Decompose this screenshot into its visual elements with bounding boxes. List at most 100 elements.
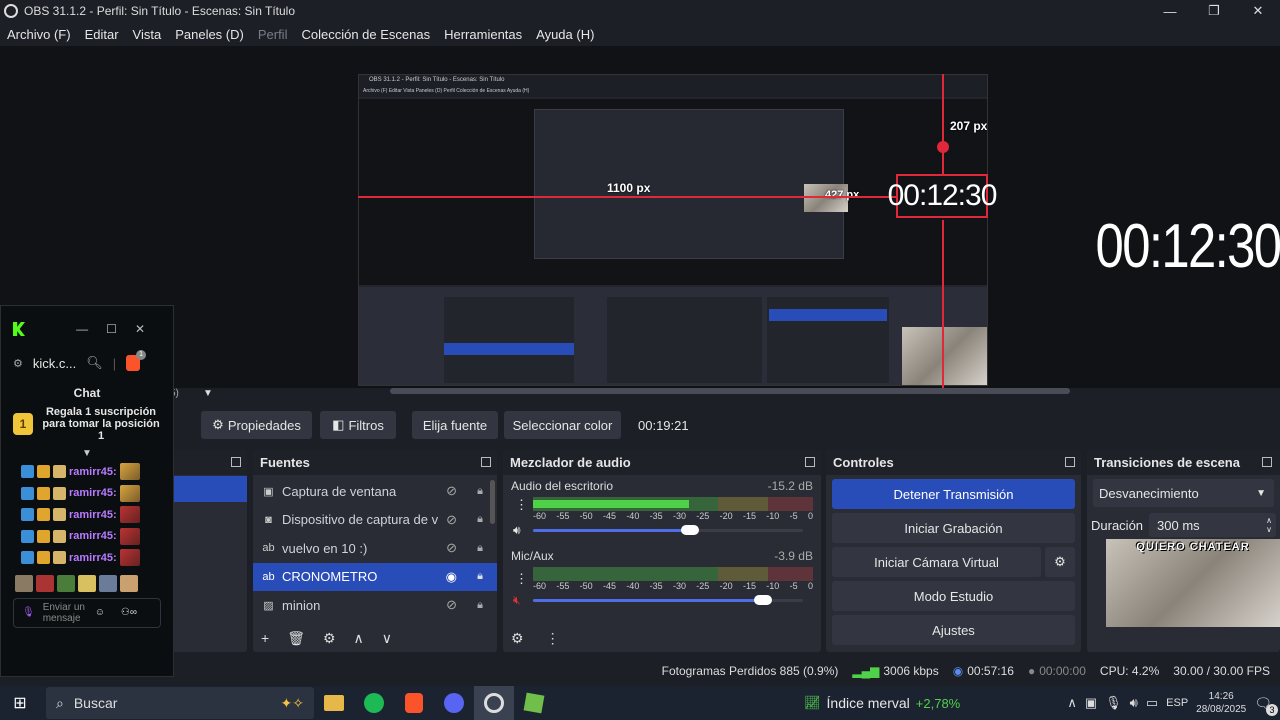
- emote-icon[interactable]: [36, 574, 54, 592]
- site-settings-icon[interactable]: ⚙: [13, 357, 23, 370]
- pinned-gift-banner[interactable]: 1 Regala 1 suscripción para tomar la pos…: [1, 400, 173, 448]
- lock-icon[interactable]: 🔒︎: [477, 485, 483, 498]
- tray-app-icon[interactable]: ▣: [1085, 695, 1097, 711]
- volume-slider-handle[interactable]: [680, 525, 699, 535]
- chat-username[interactable]: ramirr45:: [69, 530, 117, 542]
- settings-button[interactable]: Ajustes: [832, 615, 1075, 645]
- close-icon[interactable]: ✕: [1236, 0, 1280, 22]
- lock-icon[interactable]: 🔒︎: [477, 542, 483, 555]
- pick-color-button[interactable]: Seleccionar color: [504, 411, 621, 439]
- add-icon[interactable]: +: [261, 630, 269, 646]
- chat-username[interactable]: ramirr45:: [69, 552, 117, 564]
- source-item[interactable]: ◙ Dispositivo de captura de v ⊘ 🔒︎: [253, 506, 497, 535]
- notifications-icon[interactable]: 🗨︎ 3: [1254, 695, 1278, 716]
- start-recording-button[interactable]: Iniciar Grabación: [832, 513, 1075, 543]
- dock-float-icon[interactable]: [1065, 457, 1075, 467]
- studio-mode-button[interactable]: Modo Estudio: [832, 581, 1075, 611]
- selected-timer-source[interactable]: 00:12:30: [888, 174, 997, 218]
- expand-icon[interactable]: ▼: [1, 448, 173, 459]
- stock-widget[interactable]: 📈︎ Índice merval +2,78%: [804, 695, 960, 711]
- mic-icon[interactable]: 🎙︎: [22, 607, 35, 618]
- file-explorer-icon[interactable]: [314, 686, 354, 720]
- minimize-icon[interactable]: —: [1148, 0, 1192, 22]
- muted-speaker-icon[interactable]: 🔇︎: [513, 593, 521, 608]
- dock-float-icon[interactable]: [1262, 457, 1272, 467]
- mixer-settings-icon[interactable]: ⚙: [511, 630, 524, 647]
- gift-icon[interactable]: ⚇∞: [121, 607, 137, 618]
- kick-maximize-icon[interactable]: ☐: [106, 322, 117, 336]
- emote-icon[interactable]: [78, 574, 96, 592]
- transition-select[interactable]: Desvanecimiento ▼: [1093, 479, 1274, 507]
- scene-preview[interactable]: OBS 31.1.2 - Perfil: Sin Título - Escena…: [0, 46, 1280, 388]
- menu-ayuda[interactable]: Ayuda (H): [529, 27, 601, 42]
- discord-icon[interactable]: [434, 686, 474, 720]
- kick-close-icon[interactable]: ✕: [135, 322, 145, 336]
- eye-hidden-icon[interactable]: ⊘: [446, 512, 457, 528]
- mixer-menu-icon[interactable]: ⋮: [546, 630, 560, 647]
- source-item-selected[interactable]: ab CRONOMETRO ◉ 🔒︎: [253, 562, 497, 591]
- emote-icon[interactable]: [99, 574, 117, 592]
- dock-float-icon[interactable]: [805, 457, 815, 467]
- tray-expand-icon[interactable]: ∧: [1067, 695, 1077, 711]
- windows-start-icon[interactable]: ⊞: [0, 686, 40, 720]
- pick-source-button[interactable]: Elija fuente: [412, 411, 498, 439]
- trash-icon[interactable]: 🗑︎: [287, 630, 305, 647]
- properties-button[interactable]: ⚙ Propiedades: [201, 411, 312, 439]
- sources-scrollbar[interactable]: [490, 480, 495, 524]
- duration-spinbox[interactable]: 300 ms ∧ ∨: [1149, 513, 1276, 537]
- eye-hidden-icon[interactable]: ⊘: [446, 483, 457, 499]
- gear-icon[interactable]: ⚙: [323, 630, 336, 647]
- dock-float-icon[interactable]: [481, 457, 491, 467]
- guide-handle[interactable]: [937, 141, 949, 153]
- chat-input[interactable]: 🎙︎ Enviar un mensaje ☺ ⚇∞: [13, 597, 161, 628]
- kick-url[interactable]: kick.c...: [33, 356, 76, 371]
- brave-shield-icon[interactable]: 1: [126, 350, 147, 371]
- kick-minimize-icon[interactable]: —: [76, 322, 88, 336]
- taskbar-search[interactable]: ⌕ Buscar ✦✧: [46, 687, 314, 719]
- brave-icon[interactable]: [394, 686, 434, 720]
- source-item[interactable]: ab vuelvo en 10 :) ⊘ 🔒︎: [253, 534, 497, 563]
- restore-icon[interactable]: ❐: [1192, 0, 1236, 22]
- app-box-icon[interactable]: [514, 686, 554, 720]
- source-item[interactable]: ▨ minion ⊘ 🔒︎: [253, 591, 497, 620]
- menu-archivo[interactable]: Archivo (F): [0, 27, 78, 42]
- scene-dropdown-icon[interactable]: ▼: [203, 388, 213, 399]
- clock[interactable]: 14:26 28/08/2025: [1196, 690, 1246, 716]
- network-icon[interactable]: ▭: [1146, 695, 1158, 711]
- menu-perfil[interactable]: Perfil: [251, 27, 295, 42]
- menu-coleccion-escenas[interactable]: Colección de Escenas: [294, 27, 437, 42]
- lock-icon[interactable]: 🔒︎: [477, 513, 483, 526]
- eye-hidden-icon[interactable]: ⊘: [446, 540, 457, 556]
- speaker-icon[interactable]: 🔊︎: [513, 523, 521, 538]
- start-virtual-cam-button[interactable]: Iniciar Cámara Virtual: [832, 547, 1041, 577]
- eye-icon[interactable]: ◉: [446, 569, 457, 585]
- language-indicator[interactable]: ESP: [1166, 697, 1188, 709]
- copilot-sparkle-icon[interactable]: ✦✧: [281, 695, 304, 712]
- dock-float-icon[interactable]: [231, 457, 241, 467]
- lock-icon[interactable]: 🔒︎: [477, 570, 483, 583]
- microphone-icon[interactable]: 🎙︎: [1105, 695, 1122, 711]
- obs-taskbar-icon[interactable]: [474, 686, 514, 720]
- emote-picker-icon[interactable]: ☺: [95, 607, 105, 618]
- channel-menu-icon[interactable]: ⋮: [515, 571, 528, 587]
- channel-menu-icon[interactable]: ⋮: [515, 497, 528, 513]
- eye-hidden-icon[interactable]: ⊘: [446, 597, 457, 613]
- volume-slider-handle[interactable]: [753, 595, 772, 605]
- stop-stream-button[interactable]: Detener Transmisión: [832, 479, 1075, 509]
- zoom-icon[interactable]: 🔍︎: [86, 355, 103, 371]
- arrow-down-icon[interactable]: ∨: [382, 630, 392, 647]
- emote-icon[interactable]: [120, 574, 138, 592]
- menu-paneles[interactable]: Paneles (D): [168, 27, 251, 42]
- menu-editar[interactable]: Editar: [78, 27, 126, 42]
- chat-username[interactable]: ramirr45:: [69, 466, 117, 478]
- emote-icon[interactable]: [15, 574, 33, 592]
- chat-username[interactable]: ramirr45:: [69, 487, 117, 499]
- emote-icon[interactable]: [57, 574, 75, 592]
- lock-icon[interactable]: 🔒︎: [477, 599, 483, 612]
- arrow-up-icon[interactable]: ∧: [354, 630, 364, 647]
- menu-vista[interactable]: Vista: [126, 27, 169, 42]
- preview-scrollbar[interactable]: [390, 388, 1070, 394]
- menu-herramientas[interactable]: Herramientas: [437, 27, 529, 42]
- spotify-icon[interactable]: [354, 686, 394, 720]
- chat-username[interactable]: ramirr45:: [69, 509, 117, 521]
